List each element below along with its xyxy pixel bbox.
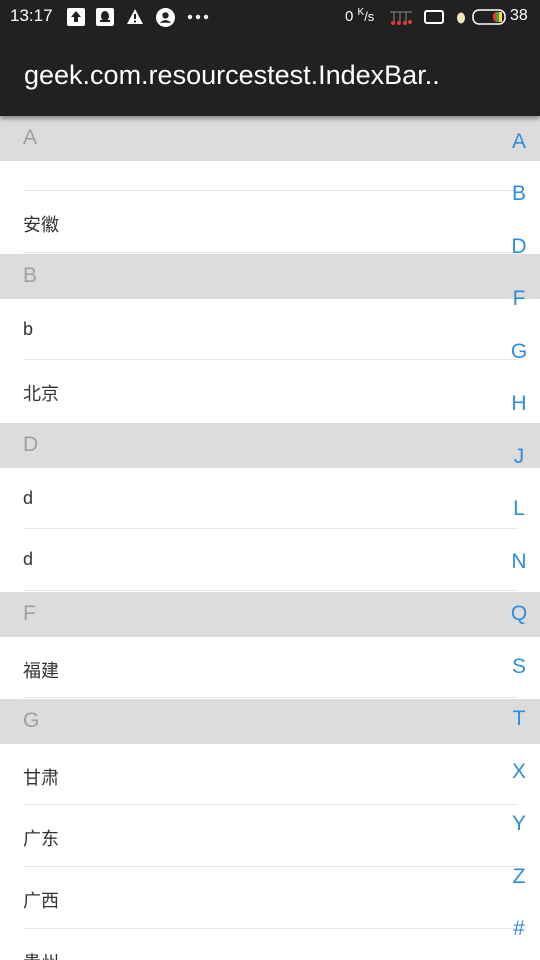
index-letter-b[interactable]: B bbox=[498, 182, 540, 206]
list-item-label: 贵州 bbox=[23, 949, 59, 960]
list-item[interactable]: 甘肃 bbox=[0, 744, 540, 806]
list-item[interactable]: 广东 bbox=[0, 805, 540, 867]
upload-icon bbox=[67, 8, 85, 26]
list-item-label: 安徽 bbox=[23, 215, 59, 235]
list-item-label: d bbox=[23, 549, 34, 569]
section-header-f: F bbox=[0, 592, 540, 637]
list-item[interactable]: 福建 bbox=[0, 637, 540, 699]
list-item[interactable]: 广西 bbox=[0, 867, 540, 929]
section-header-label: F bbox=[23, 602, 36, 625]
section-header-g: G bbox=[0, 699, 540, 744]
battery-level: 38 bbox=[510, 7, 528, 24]
status-bar: 13:17 0 K/s 38 bbox=[0, 0, 540, 34]
warning-icon bbox=[126, 8, 144, 26]
index-bar[interactable]: A B D F G H J L N Q S T X Y Z # bbox=[498, 118, 540, 960]
qq-icon bbox=[96, 8, 114, 26]
section-header-label: A bbox=[23, 126, 38, 149]
list-item[interactable]: d bbox=[0, 529, 540, 591]
battery-icon bbox=[472, 8, 508, 26]
list-item-label: 广东 bbox=[23, 829, 59, 849]
account-icon bbox=[156, 8, 175, 27]
app-bar: geek.com.resourcestest.IndexBar.. bbox=[0, 34, 540, 116]
more-dots-icon bbox=[186, 8, 210, 26]
list-item-label: 广西 bbox=[23, 891, 59, 911]
net-speed: 0 K/s bbox=[345, 7, 375, 25]
divider bbox=[23, 697, 518, 698]
index-letter-y[interactable]: Y bbox=[498, 812, 540, 836]
section-header-d: D bbox=[0, 423, 540, 468]
index-letter-n[interactable]: N bbox=[498, 550, 540, 574]
screen-icon bbox=[423, 8, 445, 26]
index-letter-x[interactable]: X bbox=[498, 760, 540, 784]
list-item-label: b bbox=[23, 319, 34, 339]
index-letter-j[interactable]: J bbox=[498, 445, 540, 469]
index-letter-q[interactable]: Q bbox=[498, 602, 540, 626]
section-header-b: B bbox=[0, 254, 540, 299]
city-list[interactable]: ab 安徽 B b 北京 D d d F 福建 G 甘肃 广东 广 bbox=[0, 116, 540, 960]
section-header-label: G bbox=[23, 709, 40, 732]
list-item[interactable]: 北京 bbox=[0, 360, 540, 422]
status-time: 13:17 bbox=[10, 6, 53, 25]
list-item-label: 甘肃 bbox=[23, 768, 59, 788]
divider bbox=[23, 252, 518, 253]
app-title: geek.com.resourcestest.IndexBar.. bbox=[24, 60, 440, 90]
index-letter-d[interactable]: D bbox=[498, 235, 540, 259]
index-letter-h[interactable]: H bbox=[498, 392, 540, 416]
sticky-section-header: A bbox=[0, 116, 540, 161]
section-header-label: B bbox=[23, 264, 38, 287]
section-header-label: D bbox=[23, 433, 39, 456]
list-item-label: 北京 bbox=[23, 384, 59, 404]
index-letter-f[interactable]: F bbox=[498, 287, 540, 311]
signal-icon bbox=[388, 8, 414, 26]
index-letter-l[interactable]: L bbox=[498, 497, 540, 521]
list-item-label: 福建 bbox=[23, 661, 59, 681]
divider bbox=[23, 590, 518, 591]
index-letter-a[interactable]: A bbox=[498, 130, 540, 154]
index-letter-s[interactable]: S bbox=[498, 655, 540, 679]
list-item[interactable]: 贵州 bbox=[0, 929, 540, 960]
egg-icon bbox=[455, 8, 467, 26]
index-letter-g[interactable]: G bbox=[498, 340, 540, 364]
list-item[interactable]: d bbox=[0, 468, 540, 530]
list-item[interactable]: 安徽 bbox=[0, 191, 540, 253]
index-letter-hash[interactable]: # bbox=[498, 917, 540, 941]
index-letter-z[interactable]: Z bbox=[498, 865, 540, 889]
list-item-label: d bbox=[23, 488, 34, 508]
index-letter-t[interactable]: T bbox=[498, 707, 540, 731]
list-item[interactable]: b bbox=[0, 299, 540, 361]
